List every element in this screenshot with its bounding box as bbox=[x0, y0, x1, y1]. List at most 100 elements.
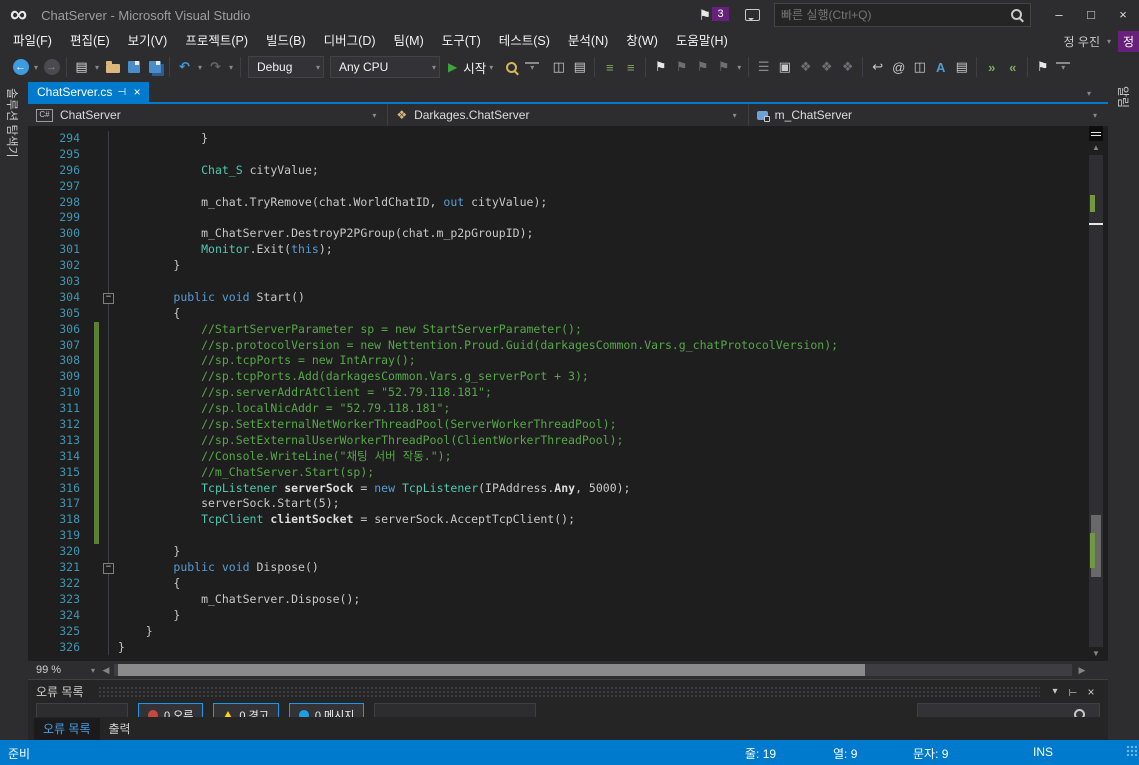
menu-item[interactable]: 도움말(H) bbox=[667, 30, 737, 52]
line-number[interactable]: 313 bbox=[28, 433, 80, 449]
code-text[interactable]: Chat_S cityValue; bbox=[118, 163, 1088, 179]
line-number[interactable]: 311 bbox=[28, 401, 80, 417]
line-number[interactable]: 315 bbox=[28, 465, 80, 481]
pin-icon[interactable]: ⊣ bbox=[117, 87, 126, 98]
code-text[interactable]: } bbox=[118, 608, 1088, 624]
menu-item[interactable]: 분석(N) bbox=[559, 30, 617, 52]
collapse-region-icon[interactable]: − bbox=[103, 293, 114, 304]
notifications-tab[interactable]: 알림 bbox=[1115, 86, 1132, 108]
project-dropdown[interactable]: C# ChatServer ▾ bbox=[28, 104, 388, 126]
line-number[interactable]: 298 bbox=[28, 195, 80, 211]
uncomment-selection-icon[interactable]: ≡ bbox=[620, 56, 641, 78]
open-file-icon[interactable] bbox=[102, 56, 123, 78]
status-char[interactable]: 문자: 9 bbox=[913, 745, 948, 762]
menu-item[interactable]: 프로젝트(P) bbox=[176, 30, 257, 52]
chevron-down-icon[interactable]: ▾ bbox=[88, 666, 98, 675]
code-editor[interactable]: 294 } 295296 Chat_S cityValue; 297298 m_ch… bbox=[28, 126, 1108, 661]
line-number[interactable]: 323 bbox=[28, 592, 80, 608]
bookmarks-window-icon[interactable]: ⚑ bbox=[1032, 56, 1053, 78]
code-text[interactable]: public void Dispose() bbox=[118, 560, 1088, 576]
horizontal-scrollbar[interactable] bbox=[114, 664, 1072, 676]
line-number[interactable]: 322 bbox=[28, 576, 80, 592]
feedback-icon[interactable] bbox=[745, 9, 760, 21]
code-text[interactable]: //sp.serverAddrAtClient = "52.79.118.181… bbox=[118, 385, 1088, 401]
menu-item[interactable]: 디버그(D) bbox=[315, 30, 385, 52]
code-text[interactable]: TcpListener serverSock = new TcpListener… bbox=[118, 481, 1088, 497]
line-number[interactable]: 324 bbox=[28, 608, 80, 624]
account-area[interactable]: 정 우진 ▾ 정 bbox=[1064, 31, 1139, 52]
horizontal-scrollbar-thumb[interactable] bbox=[118, 664, 865, 676]
line-number[interactable]: 319 bbox=[28, 528, 80, 544]
code-text[interactable]: serverSock.Start(5); bbox=[118, 496, 1088, 512]
save-icon[interactable] bbox=[123, 56, 144, 78]
call-hierarchy-icon[interactable]: ❖ bbox=[795, 56, 816, 78]
line-number[interactable]: 295 bbox=[28, 147, 80, 163]
code-text[interactable]: } bbox=[118, 544, 1088, 560]
redo-icon[interactable]: ↷ bbox=[205, 56, 226, 78]
prev-bookmark-icon[interactable]: ⚑ bbox=[671, 56, 692, 78]
redo-caret[interactable]: ▾ bbox=[226, 63, 236, 72]
bookmark-caret[interactable]: ▾ bbox=[734, 63, 744, 72]
line-number[interactable]: 317 bbox=[28, 496, 80, 512]
code-text[interactable]: //sp.tcpPorts.Add(darkagesCommon.Vars.g_… bbox=[118, 369, 1088, 385]
word-wrap-icon[interactable]: ↩ bbox=[867, 56, 888, 78]
status-column[interactable]: 열: 9 bbox=[833, 745, 857, 762]
undo-caret[interactable]: ▾ bbox=[195, 63, 205, 72]
messages-filter-button[interactable]: 0 메시지 bbox=[289, 703, 365, 717]
menu-item[interactable]: 보기(V) bbox=[119, 30, 177, 52]
vertical-scrollbar[interactable]: ▲ ▼ bbox=[1089, 126, 1103, 661]
line-number[interactable]: 297 bbox=[28, 179, 80, 195]
line-number[interactable]: 307 bbox=[28, 338, 80, 354]
minimize-button[interactable]: – bbox=[1043, 2, 1075, 28]
line-number[interactable]: 304 bbox=[28, 290, 80, 306]
code-text[interactable]: m_chat.TryRemove(chat.WorldChatID, out c… bbox=[118, 195, 1088, 211]
line-number[interactable]: 326 bbox=[28, 640, 80, 656]
close-icon[interactable]: × bbox=[1082, 685, 1100, 699]
status-line[interactable]: 줄: 19 bbox=[745, 745, 776, 762]
menu-item[interactable]: 도구(T) bbox=[433, 30, 490, 52]
comment-selection-icon[interactable]: ≡ bbox=[599, 56, 620, 78]
line-number[interactable]: 316 bbox=[28, 481, 80, 497]
avatar[interactable]: 정 bbox=[1118, 31, 1139, 52]
copy-reference-icon[interactable]: ▤ bbox=[951, 56, 972, 78]
scrollbar-track[interactable] bbox=[1089, 155, 1103, 647]
code-map-icon[interactable]: ❖ bbox=[816, 56, 837, 78]
member-dropdown[interactable]: m_ChatServer ▾ bbox=[749, 104, 1108, 126]
line-number[interactable]: 312 bbox=[28, 417, 80, 433]
errors-filter-button[interactable]: 0 오류 bbox=[138, 703, 203, 717]
task-list-icon[interactable]: ☰ bbox=[753, 56, 774, 78]
scope-filter-dropdown[interactable] bbox=[36, 703, 128, 717]
line-number[interactable]: 318 bbox=[28, 512, 80, 528]
platform-dropdown[interactable]: Any CPU ▾ bbox=[330, 56, 440, 78]
editor-splitter-handle[interactable] bbox=[1089, 126, 1103, 141]
code-text[interactable]: } bbox=[118, 624, 1088, 640]
line-number[interactable]: 294 bbox=[28, 131, 80, 147]
menu-item[interactable]: 편집(E) bbox=[61, 30, 119, 52]
toggle-bookmark-icon[interactable]: ⚑ bbox=[650, 56, 671, 78]
sort-lines-icon[interactable]: A bbox=[930, 56, 951, 78]
code-text[interactable]: } bbox=[118, 131, 1088, 147]
solution-config-dropdown[interactable]: Debug ▾ bbox=[248, 56, 324, 78]
scroll-up-icon[interactable]: ▲ bbox=[1089, 141, 1103, 155]
notifications-button[interactable]: ⚑ 3 bbox=[698, 7, 729, 24]
code-text[interactable]: m_ChatServer.Dispose(); bbox=[118, 592, 1088, 608]
code-text[interactable]: { bbox=[118, 576, 1088, 592]
find-in-files-icon[interactable] bbox=[501, 56, 522, 78]
document-well-dropdown-icon[interactable]: ▾ bbox=[1084, 89, 1094, 98]
navigate-backward-icon[interactable]: ← bbox=[10, 56, 31, 78]
code-text[interactable] bbox=[118, 179, 1088, 195]
close-button[interactable]: × bbox=[1107, 2, 1139, 28]
scroll-right-icon[interactable]: ▶ bbox=[1074, 665, 1090, 676]
quick-launch-input[interactable] bbox=[775, 8, 1011, 22]
start-debug-button[interactable]: ▶ 시작 ▾ bbox=[443, 58, 501, 77]
line-number[interactable]: 299 bbox=[28, 210, 80, 226]
menu-item[interactable]: 테스트(S) bbox=[490, 30, 559, 52]
code-text[interactable]: public void Start() bbox=[118, 290, 1088, 306]
navigate-marker-icon[interactable]: ◫ bbox=[909, 56, 930, 78]
solution-explorer-tab[interactable]: 솔루션 탐색기 bbox=[4, 88, 21, 158]
line-number[interactable]: 309 bbox=[28, 369, 80, 385]
panel-tab-inactive[interactable]: 출력 bbox=[100, 718, 140, 740]
code-text[interactable] bbox=[118, 528, 1088, 544]
line-number[interactable]: 296 bbox=[28, 163, 80, 179]
line-number[interactable]: 321 bbox=[28, 560, 80, 576]
